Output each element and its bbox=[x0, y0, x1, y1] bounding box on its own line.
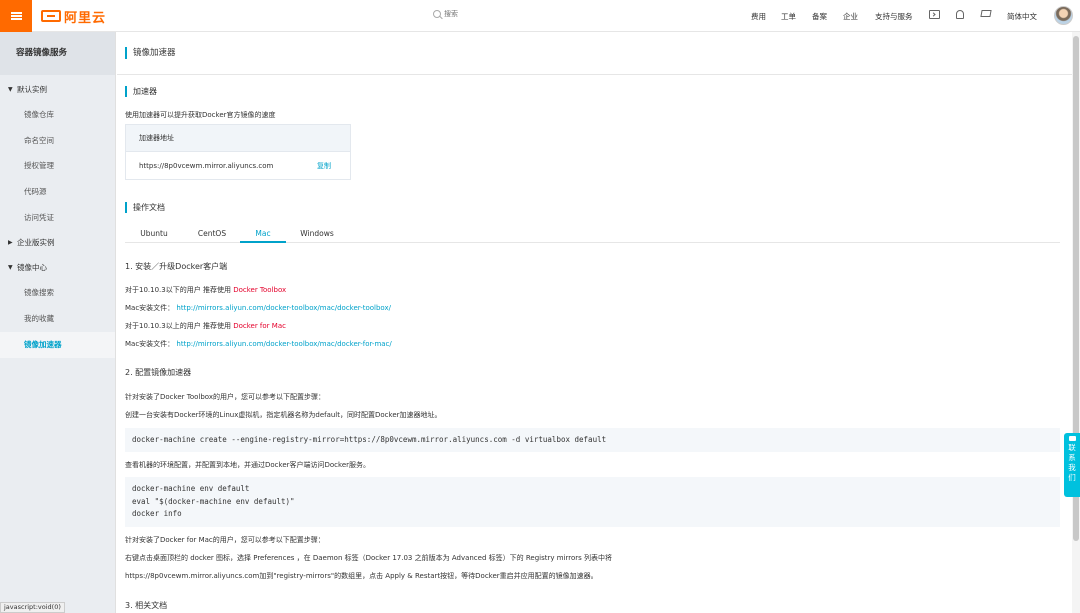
main-content: 镜像加速器 加速器 使用加速器可以提升获取Docker官方镜像的速度 加速器地址… bbox=[117, 32, 1072, 613]
top-bar: 阿里云 费用 工单 备案 企业 支持与服务 简体中文 bbox=[0, 0, 1080, 32]
tab-centos[interactable]: CentOS bbox=[189, 229, 235, 243]
search-box[interactable] bbox=[433, 10, 504, 18]
sidebar-group-label: 企业版实例 bbox=[17, 238, 55, 248]
accelerator-address: https://8p0vcewm.mirror.aliyuncs.com bbox=[139, 162, 274, 170]
caret-down-icon: ▼ bbox=[8, 264, 13, 272]
code-line: docker-machine env default bbox=[132, 484, 250, 493]
code-line: eval "$(docker-machine env default)" bbox=[132, 496, 295, 506]
step1-line2: Mac安装文件： http://mirrors.aliyun.com/docke… bbox=[125, 303, 391, 313]
step1-line4-text: Mac安装文件： bbox=[125, 340, 175, 348]
copy-button[interactable]: 复制 bbox=[317, 152, 331, 180]
step1-line2-text: Mac安装文件： bbox=[125, 304, 175, 312]
step2-text2: 创建一台安装有Docker环境的Linux虚拟机，指定机器名称为default，… bbox=[125, 411, 442, 419]
sidebar-item-code-source[interactable]: 代码源 bbox=[0, 179, 115, 205]
docker-for-mac-link[interactable]: Docker for Mac bbox=[233, 322, 286, 330]
search-icon bbox=[433, 10, 441, 18]
code-line: docker info bbox=[132, 509, 182, 518]
aliyun-logo[interactable]: 阿里云 bbox=[41, 8, 107, 26]
sidebar-item-accelerator[interactable]: 镜像加速器 bbox=[0, 331, 115, 358]
nav-billing[interactable]: 费用 bbox=[751, 11, 766, 22]
docker-toolbox-link[interactable]: Docker Toolbox bbox=[233, 286, 286, 294]
nav-ticket[interactable]: 工单 bbox=[781, 11, 796, 22]
chat-icon bbox=[1068, 436, 1076, 441]
contact-us-button[interactable]: 联 系 我 们 bbox=[1064, 433, 1080, 497]
docs-section-title: 操作文档 bbox=[125, 202, 165, 213]
code-block-env[interactable]: docker-machine env default eval "$(docke… bbox=[125, 477, 1060, 527]
bell-icon[interactable] bbox=[956, 10, 964, 19]
code-line: docker-machine create --engine-registry-… bbox=[132, 435, 607, 444]
contact-char: 们 bbox=[1068, 473, 1076, 482]
nav-enterprise[interactable]: 企业 bbox=[843, 11, 858, 22]
toolbox-download-link[interactable]: http://mirrors.aliyun.com/docker-toolbox… bbox=[176, 304, 391, 312]
sidebar-group-image-center[interactable]: ▼ 镜像中心 bbox=[0, 255, 115, 280]
sidebar: 容器镜像服务 ▼ 默认实例 镜像仓库 命名空间 授权管理 代码源 访问凭证 ▶ … bbox=[0, 32, 116, 613]
step2-text6: https://8p0vcewm.mirror.aliyuncs.com加到"r… bbox=[125, 572, 598, 580]
aliyun-logo-icon bbox=[41, 10, 61, 22]
step2-text4: 针对安装了Docker for Mac的用户，您可以参考以下配置步骤： bbox=[125, 536, 325, 544]
sidebar-group-label: 镜像中心 bbox=[17, 263, 47, 273]
sidebar-item-namespaces[interactable]: 命名空间 bbox=[0, 128, 115, 154]
docker-for-mac-download-link[interactable]: http://mirrors.aliyun.com/docker-toolbox… bbox=[176, 340, 391, 348]
page-title: 镜像加速器 bbox=[125, 47, 176, 59]
avatar[interactable] bbox=[1054, 6, 1073, 25]
step1-line4: Mac安装文件： http://mirrors.aliyun.com/docke… bbox=[125, 339, 392, 349]
caret-right-icon: ▶ bbox=[8, 239, 13, 247]
step1-heading: 1. 安装／升级Docker客户端 bbox=[125, 262, 228, 271]
code-block-create[interactable]: docker-machine create --engine-registry-… bbox=[125, 428, 1060, 452]
contact-char: 系 bbox=[1068, 453, 1076, 462]
accelerator-address-row: https://8p0vcewm.mirror.aliyuncs.com 复制 bbox=[126, 152, 350, 180]
search-input[interactable] bbox=[444, 10, 504, 18]
browser-status-bar: javascript:void(0) bbox=[0, 602, 65, 613]
step1-line3: 对于10.10.3以上的用户 推荐使用 Docker for Mac bbox=[125, 321, 286, 331]
console-icon[interactable] bbox=[929, 10, 940, 19]
contact-char: 联 bbox=[1068, 443, 1076, 452]
hamburger-icon bbox=[10, 12, 22, 20]
accelerator-table-header: 加速器地址 bbox=[126, 125, 350, 152]
accelerator-section-title: 加速器 bbox=[125, 86, 157, 97]
sidebar-item-authorization[interactable]: 授权管理 bbox=[0, 153, 115, 179]
tab-mac[interactable]: Mac bbox=[240, 229, 286, 243]
sidebar-item-image-search[interactable]: 镜像搜索 bbox=[0, 280, 115, 306]
step2-text1: 针对安装了Docker Toolbox的用户，您可以参考以下配置步骤： bbox=[125, 393, 325, 401]
step1-line1-text: 对于10.10.3以下的用户 推荐使用 bbox=[125, 286, 231, 294]
accelerator-table: 加速器地址 https://8p0vcewm.mirror.aliyuncs.c… bbox=[125, 124, 351, 180]
tab-ubuntu[interactable]: Ubuntu bbox=[133, 229, 175, 243]
step1-line3-text: 对于10.10.3以上的用户 推荐使用 bbox=[125, 322, 231, 330]
sidebar-group-label: 默认实例 bbox=[17, 85, 47, 94]
step2-heading: 2. 配置镜像加速器 bbox=[125, 368, 192, 377]
sidebar-item-favorites[interactable]: 我的收藏 bbox=[0, 306, 115, 332]
sidebar-group-default[interactable]: ▼ 默认实例 bbox=[0, 77, 115, 102]
os-tabs: Ubuntu CentOS Mac Windows bbox=[125, 227, 1060, 243]
sidebar-item-credentials[interactable]: 访问凭证 bbox=[0, 205, 115, 231]
sidebar-item-repositories[interactable]: 镜像仓库 bbox=[0, 102, 115, 128]
menu-button[interactable] bbox=[0, 0, 32, 32]
cart-icon[interactable] bbox=[980, 10, 992, 17]
tab-windows[interactable]: Windows bbox=[295, 229, 339, 243]
sidebar-group-enterprise[interactable]: ▶ 企业版实例 bbox=[0, 230, 115, 255]
language-switch[interactable]: 简体中文 bbox=[1007, 11, 1037, 22]
step3-heading: 3. 相关文档 bbox=[125, 601, 168, 610]
accelerator-description: 使用加速器可以提升获取Docker官方镜像的速度 bbox=[125, 111, 276, 119]
step1-line1: 对于10.10.3以下的用户 推荐使用 Docker Toolbox bbox=[125, 285, 286, 295]
scrollbar[interactable] bbox=[1072, 32, 1080, 613]
caret-down-icon: ▼ bbox=[8, 86, 13, 93]
nav-support[interactable]: 支持与服务 bbox=[875, 11, 913, 22]
nav-icp[interactable]: 备案 bbox=[812, 11, 827, 22]
step2-text5: 右键点击桌面顶栏的 docker 图标，选择 Preferences ，在 Da… bbox=[125, 554, 613, 562]
logo-text: 阿里云 bbox=[64, 10, 107, 26]
step2-text3: 查看机器的环境配置，并配置到本地，并通过Docker客户端访问Docker服务。 bbox=[125, 461, 371, 469]
contact-char: 我 bbox=[1068, 463, 1076, 472]
sidebar-title: 容器镜像服务 bbox=[0, 32, 115, 75]
page-header: 镜像加速器 bbox=[117, 32, 1072, 75]
